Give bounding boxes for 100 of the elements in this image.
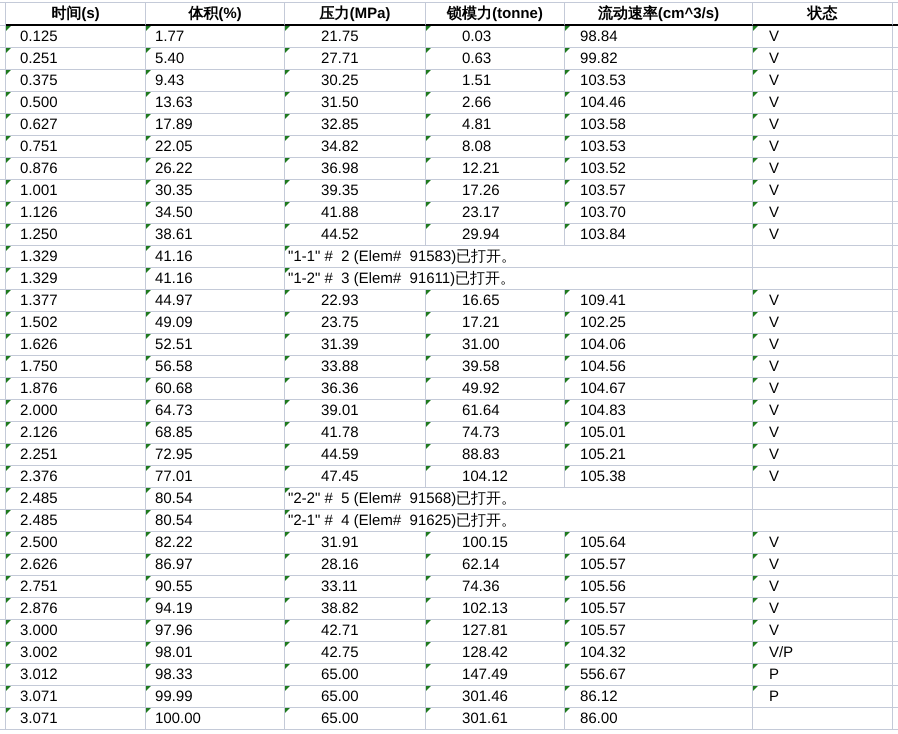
table-cell-text: 65.00 — [321, 709, 359, 729]
table-cell-text: 33.88 — [321, 357, 359, 377]
corner-marker-icon — [6, 444, 11, 449]
corner-marker-icon — [6, 48, 11, 53]
corner-marker-icon — [285, 180, 290, 185]
corner-marker-icon — [753, 422, 758, 427]
table-cell-text: 39.01 — [321, 401, 359, 421]
table-cell-text: 74.36 — [462, 577, 500, 597]
table-cell-text: V — [769, 115, 780, 135]
table-cell-text: 98.33 — [155, 665, 193, 685]
table-cell-text: 105.38 — [580, 467, 626, 487]
table-cell-text: 22.93 — [321, 291, 359, 311]
corner-marker-icon — [565, 92, 570, 97]
corner-marker-icon — [285, 664, 290, 669]
corner-marker-icon — [426, 620, 431, 625]
corner-marker-icon — [285, 598, 290, 603]
corner-marker-icon — [285, 400, 290, 405]
table-cell-text: 88.83 — [462, 445, 500, 465]
table-cell-text: 56.58 — [155, 357, 193, 377]
table-cell-text: 36.36 — [321, 379, 359, 399]
corner-marker-icon — [146, 312, 151, 317]
table-cell-text: V — [769, 467, 780, 487]
table-cell-text: 30.35 — [155, 181, 193, 201]
table-cell-text: 86.97 — [155, 555, 193, 575]
corner-marker-icon — [146, 136, 151, 141]
corner-marker-icon — [285, 136, 290, 141]
corner-marker-icon — [6, 290, 11, 295]
corner-marker-icon — [753, 114, 758, 119]
table-cell-text: V — [769, 423, 780, 443]
table-cell-text: V — [769, 291, 780, 311]
table-cell-text: 64.73 — [155, 401, 193, 421]
corner-marker-icon — [285, 334, 290, 339]
table-cell-text: 31.91 — [321, 533, 359, 553]
corner-marker-icon — [6, 576, 11, 581]
corner-marker-icon — [426, 202, 431, 207]
corner-marker-icon — [146, 686, 151, 691]
table-cell-text: 3.071 — [20, 709, 58, 729]
table-cell-text: 49.92 — [462, 379, 500, 399]
message-text: "2-2" # 5 (Elem# 91568)已打开。 — [288, 489, 516, 509]
table-cell-text: 97.96 — [155, 621, 193, 641]
corner-marker-icon — [6, 532, 11, 537]
corner-marker-icon — [426, 554, 431, 559]
table-cell-text: 27.71 — [321, 49, 359, 69]
corner-marker-icon — [146, 356, 151, 361]
table-cell-text: 104.06 — [580, 335, 626, 355]
corner-marker-icon — [285, 378, 290, 383]
table-cell-text: 105.57 — [580, 555, 626, 575]
corner-marker-icon — [565, 356, 570, 361]
corner-marker-icon — [146, 576, 151, 581]
corner-marker-icon — [426, 92, 431, 97]
corner-marker-icon — [753, 664, 758, 669]
table-cell-text: 1.77 — [155, 27, 184, 47]
corner-marker-icon — [6, 158, 11, 163]
table-cell-text: 72.95 — [155, 445, 193, 465]
table-cell-text: 103.84 — [580, 225, 626, 245]
table-cell-text: 34.50 — [155, 203, 193, 223]
table-cell-text: 31.39 — [321, 335, 359, 355]
corner-marker-icon — [753, 642, 758, 647]
corner-marker-icon — [6, 268, 11, 273]
corner-marker-icon — [285, 708, 290, 713]
table-cell-text: 36.98 — [321, 159, 359, 179]
corner-marker-icon — [146, 620, 151, 625]
corner-marker-icon — [6, 224, 11, 229]
corner-marker-icon — [285, 356, 290, 361]
table-cell-text: 100.15 — [462, 533, 508, 553]
corner-marker-icon — [753, 224, 758, 229]
table-cell-text: 34.82 — [321, 137, 359, 157]
table-cell-text: 8.08 — [462, 137, 492, 157]
table-cell-text: 105.64 — [580, 533, 626, 553]
corner-marker-icon — [426, 400, 431, 405]
table-cell-text: 30.25 — [321, 71, 359, 91]
corner-marker-icon — [6, 334, 11, 339]
corner-marker-icon — [426, 532, 431, 537]
corner-marker-icon — [565, 708, 570, 713]
table-cell-text: 65.00 — [321, 687, 359, 707]
corner-marker-icon — [146, 334, 151, 339]
table-cell-text: 68.85 — [155, 423, 193, 443]
corner-marker-icon — [285, 202, 290, 207]
corner-marker-icon — [565, 686, 570, 691]
corner-marker-icon — [426, 642, 431, 647]
table-cell-text: V — [769, 445, 780, 465]
table-cell-text: 104.56 — [580, 357, 626, 377]
corner-marker-icon — [285, 48, 290, 53]
table-cell-text: P — [769, 665, 780, 685]
table-cell-text: 100.00 — [155, 709, 201, 729]
table-cell-text: V — [769, 313, 780, 333]
table-cell-text: 99.82 — [580, 49, 618, 69]
corner-marker-icon — [146, 598, 151, 603]
table-cell-text: 33.11 — [321, 577, 358, 597]
table-cell-text: 1.329 — [20, 247, 58, 267]
corner-marker-icon — [565, 576, 570, 581]
corner-marker-icon — [753, 158, 758, 163]
corner-marker-icon — [6, 620, 11, 625]
table-cell-text: 301.61 — [462, 709, 508, 729]
corner-marker-icon — [426, 114, 431, 119]
corner-marker-icon — [565, 224, 570, 229]
corner-marker-icon — [285, 158, 290, 163]
corner-marker-icon — [146, 290, 151, 295]
corner-marker-icon — [6, 356, 11, 361]
table-cell-text: 82.22 — [155, 533, 193, 553]
